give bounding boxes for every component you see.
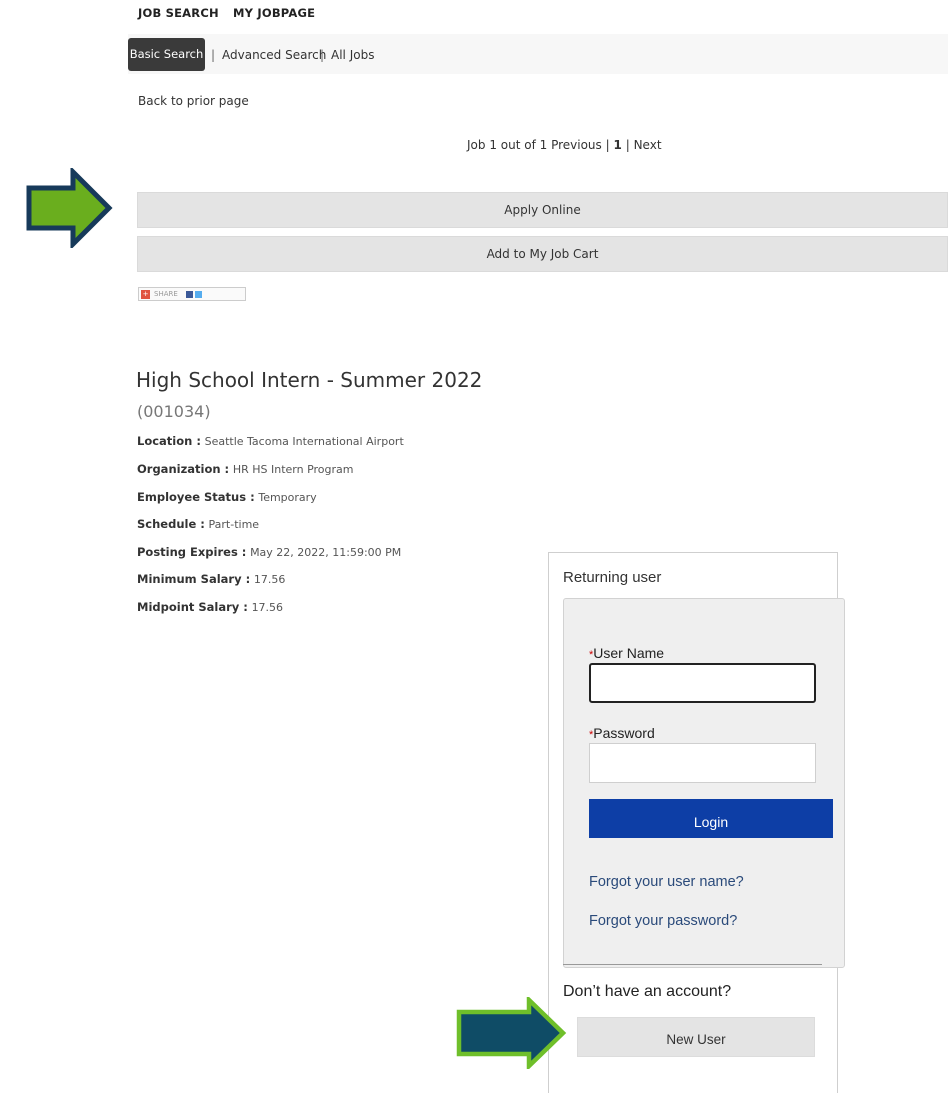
detail-label: Organization : (137, 462, 230, 476)
job-title: High School Intern - Summer 2022 (136, 368, 483, 392)
detail-value: May 22, 2022, 11:59:00 PM (250, 546, 402, 559)
detail-value: Seattle Tacoma International Airport (204, 435, 404, 448)
panel-divider (563, 964, 822, 965)
twitter-icon (194, 290, 202, 298)
add-to-job-cart-button[interactable]: Add to My Job Cart (137, 236, 948, 272)
share-label: SHARE (154, 290, 178, 298)
detail-value: 17.56 (253, 573, 286, 586)
detail-location: Location : Seattle Tacoma International … (137, 434, 404, 448)
detail-label: Employee Status : (137, 490, 255, 504)
apply-online-button[interactable]: Apply Online (137, 192, 948, 228)
username-label: *User Name (589, 645, 664, 661)
detail-value: Temporary (258, 491, 317, 504)
back-to-prior-page-link[interactable]: Back to prior page (138, 94, 249, 108)
facebook-icon (185, 290, 193, 298)
login-button[interactable]: Login (589, 799, 833, 838)
detail-minimum-salary: Minimum Salary : 17.56 (137, 572, 285, 586)
pager-separator: | (605, 138, 610, 152)
subnav-separator: | (211, 48, 216, 62)
detail-label: Posting Expires : (137, 545, 247, 559)
tab-advanced-search[interactable]: Advanced Search (222, 48, 326, 62)
pager-separator: | (625, 138, 630, 152)
detail-schedule: Schedule : Part-time (137, 517, 259, 531)
detail-label: Location : (137, 434, 201, 448)
detail-label: Midpoint Salary : (137, 600, 248, 614)
no-account-text: Don’t have an account? (563, 983, 732, 1000)
forgot-password-link[interactable]: Forgot your password? (589, 913, 737, 929)
green-arrow-icon (26, 168, 113, 248)
tab-all-jobs[interactable]: All Jobs (331, 48, 374, 62)
share-widget[interactable]: + SHARE (138, 287, 246, 301)
detail-posting-expires: Posting Expires : May 22, 2022, 11:59:00… (137, 545, 401, 559)
detail-employee-status: Employee Status : Temporary (137, 490, 317, 504)
top-nav: JOB SEARCH MY JOBPAGE (138, 6, 325, 20)
returning-user-heading: Returning user (563, 569, 662, 586)
nav-my-jobpage[interactable]: MY JOBPAGE (233, 6, 315, 20)
detail-organization: Organization : HR HS Intern Program (137, 462, 353, 476)
nav-job-search[interactable]: JOB SEARCH (138, 6, 219, 20)
forgot-username-link[interactable]: Forgot your user name? (589, 874, 744, 890)
password-label-text: Password (593, 725, 655, 741)
pager-previous-link[interactable]: Previous (551, 138, 602, 152)
detail-value: HR HS Intern Program (232, 463, 354, 476)
password-input[interactable] (589, 743, 816, 783)
password-label: *Password (589, 725, 655, 741)
subnav-separator: | (320, 48, 325, 62)
pager-current-page[interactable]: 1 (614, 138, 622, 152)
detail-midpoint-salary: Midpoint Salary : 17.56 (137, 600, 283, 614)
job-pager: Job 1 out of 1 Previous | 1 | Next (467, 138, 662, 152)
username-label-text: User Name (593, 645, 665, 661)
navy-arrow-icon (456, 997, 567, 1069)
pager-count: Job 1 out of 1 (467, 138, 548, 152)
username-input[interactable] (589, 663, 816, 703)
tab-basic-search[interactable]: Basic Search (128, 38, 205, 71)
detail-label: Minimum Salary : (137, 572, 251, 586)
pager-next-link[interactable]: Next (634, 138, 662, 152)
detail-value: 17.56 (251, 601, 284, 614)
new-user-button[interactable]: New User (577, 1017, 815, 1057)
detail-value: Part-time (208, 518, 260, 531)
share-plus-icon: + (141, 289, 150, 299)
detail-label: Schedule : (137, 517, 205, 531)
search-subnav: Basic Search | Advanced Search | All Job… (128, 34, 948, 74)
job-id: (001034) (137, 402, 211, 421)
